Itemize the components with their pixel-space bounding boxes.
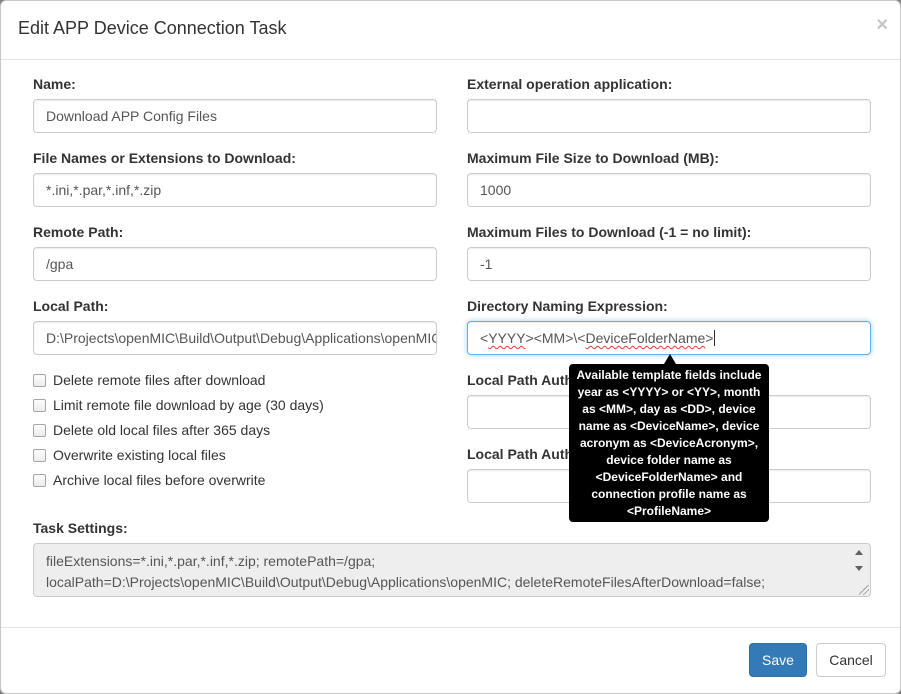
file-names-label: File Names or Extensions to Download: — [33, 150, 296, 166]
task-settings-line: fileExtensions=*.ini,*.par,*.inf,*.zip; … — [46, 553, 376, 569]
checkbox-limit-age[interactable]: Limit remote file download by age (30 da… — [33, 397, 324, 413]
remote-path-label: Remote Path: — [33, 224, 124, 240]
tooltip-arrow — [664, 354, 676, 364]
tooltip-line: <ProfileName> — [626, 504, 712, 518]
task-settings-textarea[interactable]: fileExtensions=*.ini,*.par,*.inf,*.zip; … — [33, 543, 871, 597]
checkbox-label: Delete remote files after download — [53, 372, 266, 388]
dialog-title: Edit APP Device Connection Task — [18, 18, 287, 38]
save-button[interactable]: Save — [749, 643, 807, 677]
task-settings-line: localPath=D:\Projects\openMIC\Build\Outp… — [46, 574, 766, 590]
external-app-label: External operation application: — [467, 76, 673, 92]
cancel-button[interactable]: Cancel — [816, 643, 886, 677]
checkbox-box[interactable] — [33, 423, 46, 437]
external-app-input[interactable] — [467, 99, 871, 133]
checkbox-box[interactable] — [33, 373, 46, 387]
tooltip-line: connection profile name as — [591, 487, 747, 501]
directory-naming-tooltip: Available template fields include year a… — [569, 364, 769, 522]
checkbox-label: Delete old local files after 365 days — [53, 422, 271, 438]
name-input[interactable]: Download APP Config Files — [33, 99, 437, 133]
text-caret — [714, 330, 716, 346]
checkbox-label: Overwrite existing local files — [53, 447, 226, 463]
tooltip-line: as <MM>, day as <DD>, device — [582, 402, 756, 416]
name-label: Name: — [33, 76, 76, 92]
edit-task-dialog: Edit APP Device Connection Task × Name: … — [0, 0, 901, 694]
tooltip-line: device folder name as — [606, 453, 732, 467]
scroll-down-icon[interactable] — [855, 566, 863, 571]
expr-part: > — [705, 330, 714, 346]
checkbox-label: Archive local files before overwrite — [53, 472, 266, 488]
close-button[interactable]: × — [876, 15, 888, 35]
checkbox-overwrite[interactable]: Overwrite existing local files — [33, 447, 226, 463]
scroll-up-icon[interactable] — [855, 550, 863, 555]
checkbox-box[interactable] — [33, 473, 46, 487]
checkbox-label: Limit remote file download by age (30 da… — [53, 397, 324, 413]
expr-part-spell: YYYY — [488, 330, 526, 346]
tooltip-line: Available template fields include — [576, 368, 762, 382]
remote-path-input[interactable]: /gpa — [33, 247, 437, 281]
dialog-header: Edit APP Device Connection Task × — [1, 1, 900, 60]
checkbox-delete-old-local[interactable]: Delete old local files after 365 days — [33, 422, 270, 438]
expr-part: ><MM>\< — [525, 330, 586, 346]
local-path-input[interactable]: D:\Projects\openMIC\Build\Output\Debug\A… — [33, 321, 437, 355]
task-settings-label: Task Settings: — [33, 520, 128, 536]
tooltip-line: name as <DeviceName>, device — [578, 419, 760, 433]
expr-part: < — [480, 330, 489, 346]
directory-naming-label: Directory Naming Expression: — [467, 298, 668, 314]
resize-grip-icon[interactable] — [859, 585, 869, 595]
checkbox-box[interactable] — [33, 398, 46, 412]
local-path-label: Local Path: — [33, 298, 109, 314]
tooltip-line: year as <YYYY> or <YY>, month — [577, 385, 761, 399]
checkbox-archive[interactable]: Archive local files before overwrite — [33, 472, 265, 488]
checkbox-delete-remote[interactable]: Delete remote files after download — [33, 372, 265, 388]
checkbox-box[interactable] — [33, 448, 46, 462]
max-files-label: Maximum Files to Download (-1 = no limit… — [467, 224, 752, 240]
max-file-size-input[interactable]: 1000 — [467, 173, 871, 207]
expr-part-spell: DeviceFolderName — [585, 330, 706, 346]
max-file-size-label: Maximum File Size to Download (MB): — [467, 150, 720, 166]
max-files-input[interactable]: -1 — [467, 247, 871, 281]
file-names-input[interactable]: *.ini,*.par,*.inf,*.zip — [33, 173, 437, 207]
tooltip-line: acronym as <DeviceAcronym>, — [579, 436, 759, 450]
tooltip-line: <DeviceFolderName> and — [595, 470, 743, 484]
directory-naming-input[interactable]: <YYYY><MM>\<DeviceFolderName> — [467, 321, 871, 355]
